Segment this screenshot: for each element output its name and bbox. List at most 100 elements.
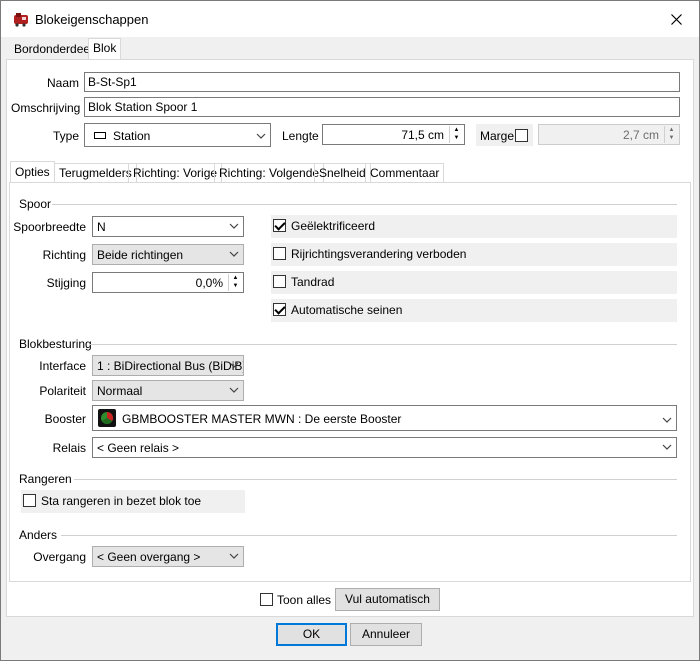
spin-up-icon[interactable]: ▲ <box>450 126 463 134</box>
chevron-down-icon <box>229 362 239 368</box>
overgang-value: < Geen overgang > <box>97 550 201 564</box>
richting-select[interactable]: Beide richtingen <box>92 244 244 265</box>
automatische-seinen-label: Automatische seinen <box>291 303 403 317</box>
interface-select[interactable]: 1 : BiDirectional Bus (BiDiB) <box>92 355 244 376</box>
locomotive-icon <box>14 13 28 27</box>
naam-label: Naam <box>46 76 79 90</box>
tab-terugmelders[interactable]: Terugmelders <box>54 163 137 183</box>
toon-alles-option[interactable]: Toon alles <box>259 591 331 609</box>
rangeren-divider <box>74 479 677 480</box>
stijging-spinner[interactable]: 0,0% ▲ ▼ <box>92 272 244 293</box>
toon-alles-label: Toon alles <box>277 593 332 607</box>
title-bar: Blokeigenschappen <box>1 1 699 37</box>
relais-value: < Geen relais > <box>97 441 180 455</box>
rangeren-section-title: Rangeren <box>19 472 72 486</box>
stijging-value: 0,0% <box>195 276 223 290</box>
type-label: Type <box>52 129 79 143</box>
rangeren-label: Sta rangeren in bezet blok toe <box>41 494 202 508</box>
annuleer-button[interactable]: Annuleer <box>350 623 422 646</box>
tab-snelheid[interactable]: Snelheid <box>314 163 371 183</box>
stijging-label: Stijging <box>46 276 86 290</box>
interface-label: Interface <box>39 359 86 373</box>
omschrijving-label: Omschrijving <box>11 101 81 115</box>
omschrijving-field[interactable]: Blok Station Spoor 1 <box>84 97 680 117</box>
marge-group: Marge <box>476 124 533 146</box>
spin-down-icon[interactable]: ▼ <box>229 282 242 290</box>
check-row-geelektrificeerd[interactable]: Geëlektrificeerd <box>271 215 677 238</box>
marge-spin-buttons: ▲ ▼ <box>664 126 678 143</box>
spin-up-icon[interactable]: ▲ <box>229 274 242 282</box>
blokbesturing-divider <box>89 344 677 345</box>
stijging-spin-buttons[interactable]: ▲ ▼ <box>228 274 242 291</box>
chevron-down-icon <box>662 417 672 423</box>
spoor-section-title: Spoor <box>19 197 52 211</box>
spoorbreedte-select[interactable]: N <box>92 216 244 237</box>
richting-label: Richting <box>42 248 86 262</box>
naam-field[interactable]: B-St-Sp1 <box>84 72 680 92</box>
check-row-rangeren[interactable]: Sta rangeren in bezet blok toe <box>21 490 245 513</box>
overgang-select[interactable]: < Geen overgang > <box>92 546 244 567</box>
chevron-down-icon <box>229 387 239 393</box>
chevron-down-icon <box>229 553 239 559</box>
spoor-divider <box>52 204 677 205</box>
lengte-spinner[interactable]: 71,5 cm ▲ ▼ <box>322 124 465 145</box>
tab-bordonderdeel[interactable]: Bordonderdeel <box>9 39 98 59</box>
close-button[interactable] <box>653 1 699 37</box>
booster-value: GBMBOOSTER MASTER MWN : De eerste Booste… <box>122 412 402 426</box>
check-row-rijrichtingsverandering[interactable]: Rijrichtingsverandering verboden <box>271 243 677 266</box>
marge-checkbox[interactable] <box>515 129 528 142</box>
relais-label: Relais <box>52 441 86 455</box>
tab-richting-vorige[interactable]: Richting: Vorige <box>128 163 223 183</box>
overgang-label: Overgang <box>33 550 86 564</box>
marge-spinner: 2,7 cm ▲ ▼ <box>538 124 680 145</box>
lengte-value: 71,5 cm <box>401 128 444 142</box>
booster-label: Booster <box>44 412 86 426</box>
vul-automatisch-button[interactable]: Vul automatisch <box>335 588 440 611</box>
chevron-down-icon <box>256 133 266 139</box>
spoorbreedte-value: N <box>97 220 106 234</box>
ok-button[interactable]: OK <box>276 623 347 646</box>
rangeren-checkbox[interactable] <box>23 494 36 507</box>
anders-section-title: Anders <box>19 528 58 542</box>
tab-opties[interactable]: Opties <box>10 161 55 183</box>
automatische-seinen-checkbox[interactable] <box>273 303 286 316</box>
type-select[interactable]: Station <box>84 123 271 147</box>
interface-value: 1 : BiDirectional Bus (BiDiB) <box>97 359 244 373</box>
geelektrificeerd-checkbox[interactable] <box>273 219 286 232</box>
anders-divider <box>61 535 677 536</box>
richting-value: Beide richtingen <box>97 248 184 262</box>
tandrad-checkbox[interactable] <box>273 275 286 288</box>
check-row-automatische-seinen[interactable]: Automatische seinen <box>271 299 677 322</box>
rijrichtingsverandering-label: Rijrichtingsverandering verboden <box>291 247 467 261</box>
tab-richting-volgende[interactable]: Richting: Volgende <box>214 163 325 183</box>
spin-down-icon: ▼ <box>668 135 675 141</box>
geelektrificeerd-label: Geëlektrificeerd <box>291 219 376 233</box>
blokbesturing-section-title: Blokbesturing <box>19 337 92 351</box>
station-icon <box>94 132 106 139</box>
relais-select[interactable]: < Geen relais > <box>92 437 677 458</box>
tab-commentaar[interactable]: Commentaar <box>365 163 445 183</box>
lengte-label: Lengte <box>282 129 319 143</box>
booster-icon <box>98 409 116 427</box>
tab-blok[interactable]: Blok <box>88 38 122 60</box>
polariteit-select[interactable]: Normaal <box>92 380 244 401</box>
polariteit-label: Polariteit <box>39 384 86 398</box>
spin-down-icon[interactable]: ▼ <box>450 134 463 142</box>
marge-label: Marge <box>480 129 515 143</box>
rijrichtingsverandering-checkbox[interactable] <box>273 247 286 260</box>
tandrad-label: Tandrad <box>291 275 335 289</box>
chevron-down-icon <box>229 251 239 257</box>
spoorbreedte-label: Spoorbreedte <box>13 220 86 234</box>
marge-value: 2,7 cm <box>622 128 659 142</box>
chevron-down-icon <box>662 444 672 450</box>
type-value: Station <box>113 129 151 143</box>
dialog-window: Blokeigenschappen Bordonderdeel Blok Naa… <box>0 0 700 661</box>
spin-up-icon: ▲ <box>668 127 675 133</box>
toon-alles-checkbox[interactable] <box>260 593 273 606</box>
lengte-spin-buttons[interactable]: ▲ ▼ <box>449 126 463 143</box>
booster-select[interactable]: GBMBOOSTER MASTER MWN : De eerste Booste… <box>92 405 677 431</box>
window-title: Blokeigenschappen <box>35 12 149 27</box>
close-icon <box>670 13 682 25</box>
polariteit-value: Normaal <box>97 384 143 398</box>
check-row-tandrad[interactable]: Tandrad <box>271 271 677 294</box>
